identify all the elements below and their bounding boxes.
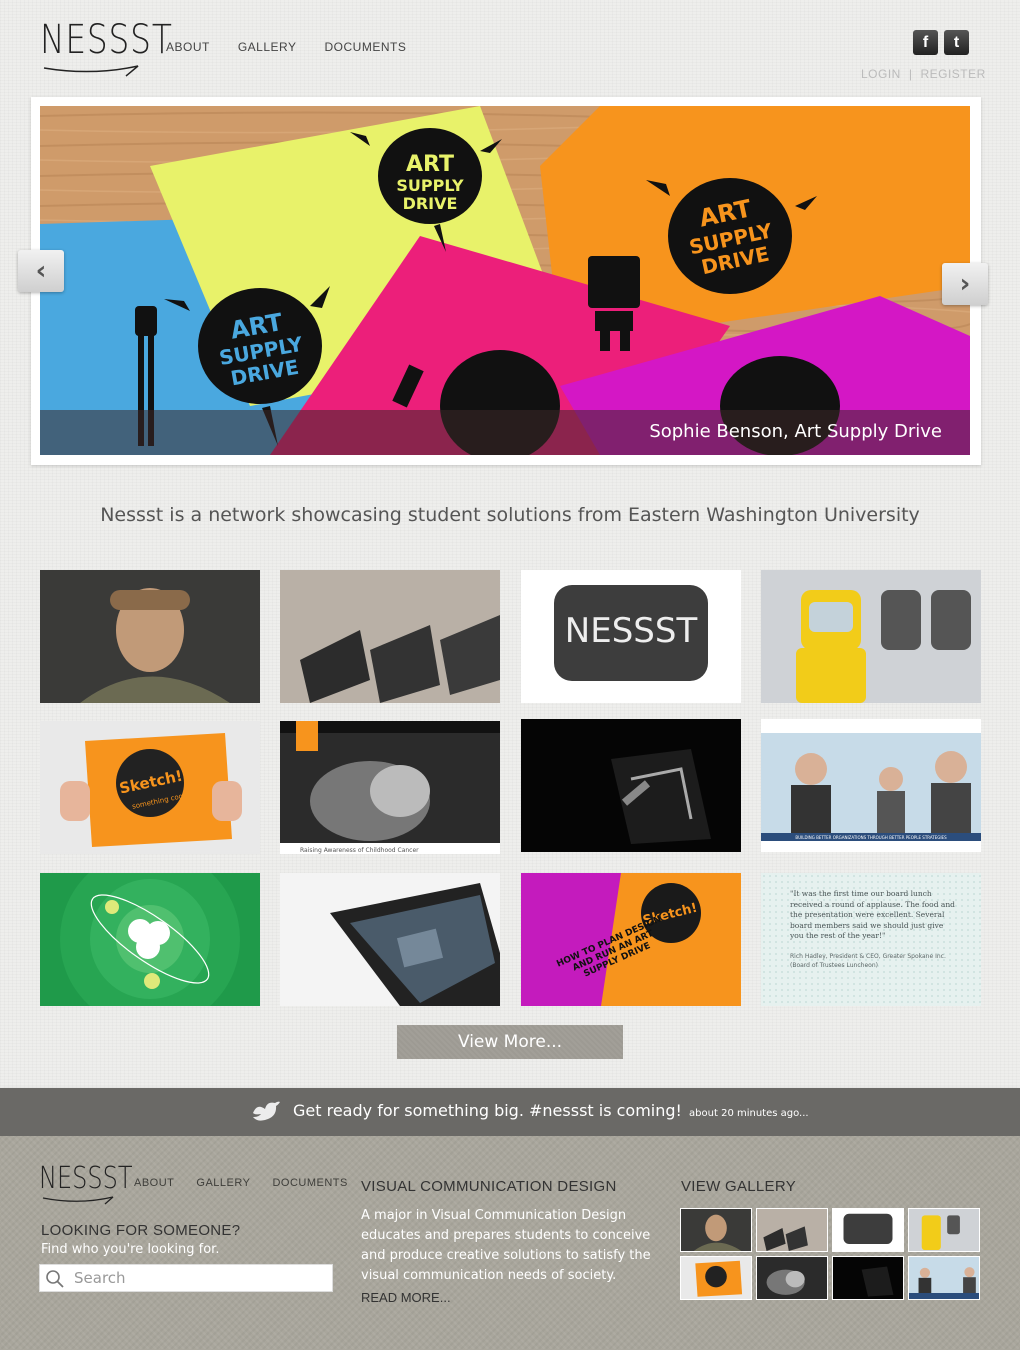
logo-text: NESSST — [40, 17, 173, 63]
view-more-button[interactable]: View More... — [397, 1025, 623, 1059]
slider-prev-button[interactable]: ‹ — [18, 250, 64, 292]
gallery-item-childhood-cancer-site[interactable]: Raising Awareness of Childhood Cancer — [280, 721, 500, 854]
twitter-feed-bar: Get ready for something big. #nessst is … — [0, 1088, 1020, 1136]
poster-title: SUPPLY — [396, 176, 464, 195]
poster-title: DRIVE — [403, 194, 458, 213]
footer-nav-documents[interactable]: DOCUMENTS — [272, 1177, 347, 1189]
nessst-card-text: NESSST — [565, 611, 698, 651]
vcd-heading: VISUAL COMMUNICATION DESIGN — [361, 1178, 617, 1195]
search-icon — [46, 1270, 64, 1288]
site-logo[interactable]: NESSST — [40, 17, 173, 80]
search-heading: LOOKING FOR SOMEONE? — [41, 1222, 241, 1239]
gallery-item-testimonial[interactable]: "It was the first time our board lunch r… — [761, 873, 981, 1006]
gallery-item-nessst-logo[interactable]: NESSST — [521, 570, 741, 703]
logo-swoosh — [43, 65, 139, 77]
footer-thumb-nessst-logo[interactable] — [832, 1208, 904, 1252]
gallery-item-sketch-poster[interactable]: Sketch! something cool. — [40, 721, 260, 854]
site-banner-text: BUILDING BETTER ORGANIZATIONS THROUGH BE… — [795, 835, 947, 840]
nav-gallery[interactable]: GALLERY — [238, 40, 297, 54]
footer-thumb-childhood-cancer-site[interactable] — [756, 1256, 828, 1300]
slide-caption: Sophie Benson, Art Supply Drive — [649, 421, 942, 442]
social-links: f t — [913, 30, 969, 55]
gallery-item-lego-hazmat[interactable] — [761, 570, 981, 703]
main-nav: ABOUT GALLERY DOCUMENTS — [166, 40, 406, 54]
twitter-bird-icon — [253, 1101, 280, 1121]
chevron-left-icon: ‹ — [35, 256, 47, 286]
footer-nav: ABOUT GALLERY DOCUMENTS — [134, 1177, 348, 1189]
read-more-link[interactable]: READ MORE... — [361, 1290, 451, 1305]
tweet-content: Get ready for something big. #nessst is … — [293, 1101, 809, 1120]
gallery-item-iphone[interactable] — [280, 873, 500, 1006]
search-input[interactable] — [74, 1268, 324, 1288]
site-caption: Raising Awareness of Childhood Cancer — [300, 847, 419, 854]
facebook-icon[interactable]: f — [913, 30, 938, 55]
gallery-item-dark-film[interactable] — [521, 719, 741, 852]
footer-thumb-dark-film[interactable] — [832, 1256, 904, 1300]
footer-thumb-sketch-poster[interactable] — [680, 1256, 752, 1300]
tweet-text: Get ready for something big. #nessst is … — [293, 1101, 682, 1120]
footer-nav-gallery[interactable]: GALLERY — [196, 1177, 250, 1189]
footer-thumb-dumbbells[interactable] — [756, 1208, 828, 1252]
gallery-item-corporate-site[interactable]: BUILDING BETTER ORGANIZATIONS THROUGH BE… — [761, 719, 981, 852]
testimonial-quote: "It was the first time our board lunch r… — [790, 889, 955, 940]
slider-next-button[interactable]: › — [942, 263, 988, 305]
footer-thumb-corporate-site[interactable] — [908, 1256, 980, 1300]
nav-documents[interactable]: DOCUMENTS — [325, 40, 407, 54]
nav-about[interactable]: ABOUT — [166, 40, 210, 54]
footer-logo-text: NESSST — [39, 1161, 133, 1196]
chevron-right-icon: › — [959, 269, 971, 299]
auth-links: LOGIN | REGISTER — [861, 67, 986, 81]
gallery-item-dumbbells[interactable] — [280, 570, 500, 703]
tweet-timestamp: about 20 minutes ago... — [689, 1108, 809, 1119]
testimonial-author: Rich Hadley, President & CEO, Greater Sp… — [790, 952, 946, 969]
footer-logo[interactable]: NESSST — [39, 1161, 133, 1208]
view-gallery-heading: VIEW GALLERY — [681, 1178, 797, 1195]
gallery-item-plan-design-booklet[interactable]: Sketch! HOW TO PLAN DESIGN AND RUN AN AR… — [521, 873, 741, 1006]
login-link[interactable]: LOGIN — [861, 67, 901, 81]
footer-logo-swoosh — [42, 1196, 114, 1205]
footer-nav-about[interactable]: ABOUT — [134, 1177, 174, 1189]
footer-thumb-portrait[interactable] — [680, 1208, 752, 1252]
gallery-item-atom-illustration[interactable] — [40, 873, 260, 1006]
search-box[interactable] — [39, 1264, 333, 1292]
slide-caption-bar: Sophie Benson, Art Supply Drive — [40, 410, 970, 455]
twitter-icon[interactable]: t — [944, 30, 969, 55]
footer-thumb-lego-hazmat[interactable] — [908, 1208, 980, 1252]
featured-slide-image[interactable]: ART SUPPLY DRIVE ART SUPPLY DRIVE ART SU… — [40, 106, 970, 455]
search-subheading: Find who you're looking for. — [41, 1242, 220, 1257]
auth-separator: | — [908, 67, 913, 81]
poster-title: ART — [406, 152, 454, 177]
vcd-description: A major in Visual Communication Design e… — [361, 1208, 651, 1283]
site-tagline: Nessst is a network showcasing student s… — [100, 504, 920, 526]
register-link[interactable]: REGISTER — [920, 67, 985, 81]
gallery-item-portrait[interactable] — [40, 570, 260, 703]
